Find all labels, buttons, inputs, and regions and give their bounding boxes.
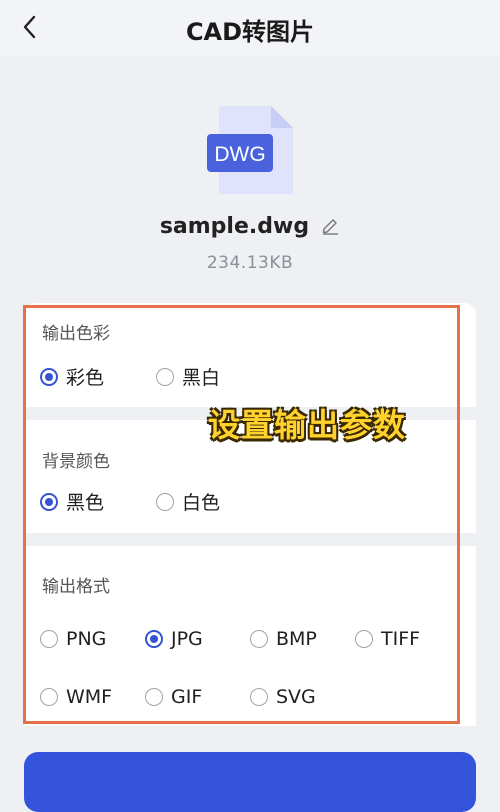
convert-button[interactable] [24,752,476,812]
page-title: CAD转图片 [185,18,315,46]
radio-unselected[interactable] [40,630,58,648]
option-wmf[interactable]: WMF [40,686,112,708]
file-type-label: DWG [214,143,265,166]
radio-unselected[interactable] [156,367,174,386]
option-png[interactable]: PNG [40,628,106,650]
radio-selected[interactable] [40,367,58,386]
option-black[interactable]: 黑色 [40,488,104,515]
radio-selected[interactable] [40,492,58,511]
option-bmp[interactable]: BMP [250,628,317,650]
radio-unselected[interactable] [156,492,174,511]
output-format-label: 输出格式 [42,577,110,597]
output-color-section: 输出色彩 彩色 黑白 [24,303,476,407]
dwg-file-icon: DWG [207,106,293,194]
annotation-caption: 设置输出参数 [208,406,407,444]
background-color-label: 背景颜色 [42,452,110,472]
radio-unselected[interactable] [250,688,268,706]
radio-unselected[interactable] [145,688,163,706]
top-bar: CAD转图片 [0,0,500,56]
radio-unselected[interactable] [40,688,58,706]
file-name: sample.dwg [159,214,310,239]
option-gif[interactable]: GIF [145,686,202,708]
option-tiff[interactable]: TIFF [355,628,420,650]
option-svg[interactable]: SVG [250,686,316,708]
radio-unselected[interactable] [250,630,268,648]
output-format-section: 输出格式 PNG JPG BMP TIFF WMF GIF SVG [24,546,476,726]
radio-unselected[interactable] [355,630,373,648]
option-color[interactable]: 彩色 [40,363,104,390]
option-black-white[interactable]: 黑白 [156,363,220,390]
radio-selected[interactable] [145,630,163,648]
output-color-label: 输出色彩 [42,324,110,344]
option-white[interactable]: 白色 [156,488,220,515]
file-name-row: sample.dwg [0,214,500,239]
option-jpg[interactable]: JPG [145,628,203,650]
file-size: 234.13KB [206,253,294,273]
edit-pencil-icon[interactable] [320,215,340,235]
